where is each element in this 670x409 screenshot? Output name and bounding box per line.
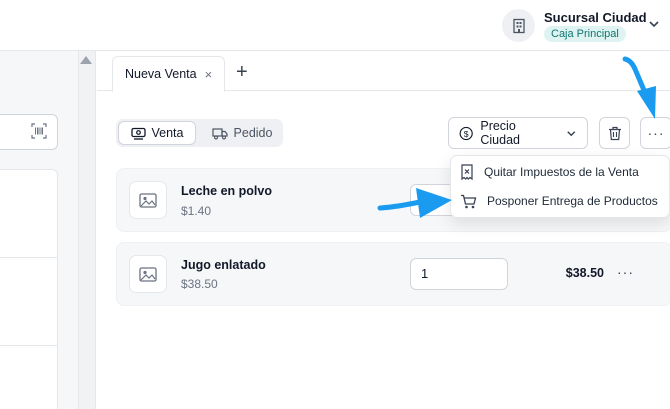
line-total: $38.50 — [565, 266, 604, 280]
price-list-label: Precio Ciudad — [480, 119, 520, 147]
mode-pedido-button[interactable]: Pedido — [204, 121, 280, 145]
mode-pedido-label: Pedido — [233, 126, 273, 140]
product-name: Jugo enlatado — [181, 258, 266, 272]
barcode-scan-icon[interactable] — [31, 123, 47, 142]
receipt-x-icon — [461, 164, 473, 180]
annotation-arrow-icon — [377, 188, 452, 218]
add-tab-button[interactable]: + — [236, 61, 248, 83]
chevron-down-icon — [567, 130, 576, 136]
tab-label: Nueva Venta — [125, 67, 197, 81]
tab-nueva-venta[interactable]: Nueva Venta × — [112, 56, 226, 92]
quantity-input[interactable]: 1 — [410, 258, 508, 290]
trash-icon — [608, 126, 621, 140]
product-name: Leche en polvo — [181, 184, 272, 198]
product-search-input[interactable] — [0, 114, 58, 150]
dollar-circle-icon: $ — [459, 126, 473, 140]
panel-scrollbar[interactable] — [78, 51, 96, 409]
mode-venta-label: Venta — [151, 126, 184, 140]
list-divider — [0, 345, 58, 346]
product-image-placeholder-icon — [129, 255, 167, 293]
branch-name[interactable]: Sucursal Ciudad — [544, 10, 647, 25]
close-tab-icon[interactable]: × — [205, 68, 213, 81]
annotation-arrow-icon — [622, 56, 656, 119]
price-list-dropdown[interactable]: $ Precio Ciudad — [448, 117, 588, 149]
building-icon — [512, 18, 525, 33]
scroll-up-arrow-icon[interactable] — [80, 56, 92, 64]
cash-register-icon — [130, 127, 146, 140]
svg-text:$: $ — [464, 128, 469, 138]
cart-icon — [461, 194, 477, 208]
menu-item-label: Quitar Impuestos de la Venta — [484, 165, 639, 179]
mode-venta-button[interactable]: Venta — [118, 121, 196, 145]
branch-building-icon[interactable] — [502, 9, 535, 42]
register-badge: Caja Principal — [544, 26, 626, 42]
menu-item-label: Posponer Entrega de Productos — [487, 194, 658, 208]
truck-icon — [211, 127, 228, 139]
product-image-placeholder-icon — [129, 181, 167, 219]
product-unit-price: $38.50 — [181, 277, 218, 291]
product-list — [0, 169, 58, 409]
menu-item-remove-taxes[interactable]: Quitar Impuestos de la Venta — [460, 159, 639, 185]
menu-item-postpone-delivery[interactable]: Posponer Entrega de Productos — [460, 188, 658, 214]
list-divider — [0, 257, 58, 258]
item-more-button[interactable]: ··· — [617, 264, 634, 280]
chevron-down-icon[interactable] — [648, 18, 660, 33]
product-unit-price: $1.40 — [181, 204, 212, 218]
